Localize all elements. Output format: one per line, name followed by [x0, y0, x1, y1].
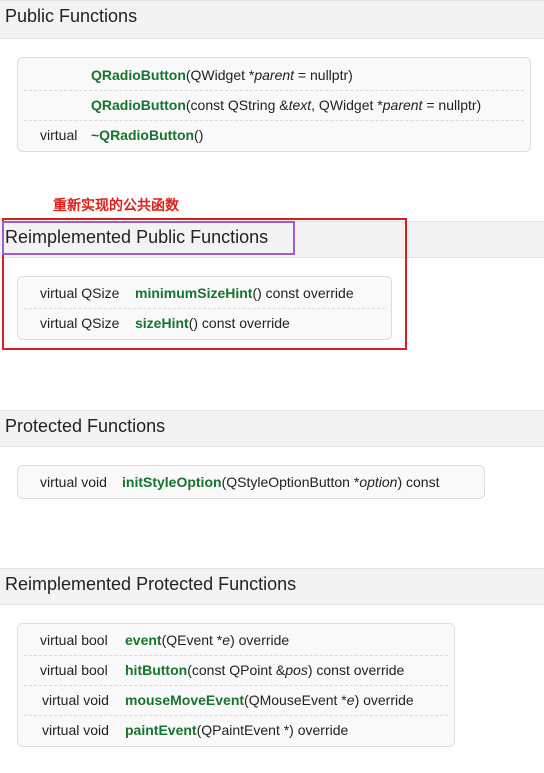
function-link[interactable]: mouseMoveEvent [125, 692, 244, 708]
param-name: e [346, 692, 355, 708]
function-link[interactable]: initStyleOption [122, 474, 222, 490]
param-name: option [359, 474, 398, 490]
section-title: Reimplemented Protected Functions [5, 574, 297, 594]
purple-highlight-box [2, 221, 295, 255]
function-link[interactable]: ~QRadioButton [91, 127, 194, 143]
params-text: (QPaintEvent *) override [196, 722, 349, 738]
function-signature: QRadioButton(const QString &text, QWidge… [91, 91, 481, 120]
params-text: (QMouseEvent * [244, 692, 347, 708]
param-name: parent [254, 67, 295, 83]
public-functions-table: QRadioButton(QWidget *parent = nullptr) … [17, 57, 531, 152]
section-title: Public Functions [5, 6, 138, 26]
params-text: (QEvent * [161, 632, 223, 648]
return-type: virtual bool [40, 632, 108, 648]
params-text: (QStyleOptionButton * [221, 474, 360, 490]
table-row: virtual ~QRadioButton() [24, 121, 524, 150]
params-text: ) override [230, 632, 290, 648]
table-row: QRadioButton(const QString &text, QWidge… [24, 91, 524, 121]
section-title: Protected Functions [5, 416, 166, 436]
section-header-reimplemented-protected-functions: Reimplemented Protected Functions [0, 568, 544, 605]
function-signature: ~QRadioButton() [91, 121, 203, 150]
function-signature: hitButton(const QPoint &pos) const overr… [125, 656, 404, 685]
chinese-annotation: 重新实现的公共函数 [53, 198, 179, 214]
function-signature: initStyleOption(QStyleOptionButton *opti… [122, 468, 439, 497]
function-signature: QRadioButton(QWidget *parent = nullptr) [91, 61, 353, 90]
function-signature: mouseMoveEvent(QMouseEvent *e) override [125, 686, 414, 715]
protected-functions-table: virtual void initStyleOption(QStyleOptio… [17, 465, 485, 499]
params-text: ) override [354, 692, 414, 708]
table-row: QRadioButton(QWidget *parent = nullptr) [24, 61, 524, 91]
function-link[interactable]: paintEvent [125, 722, 197, 738]
return-type: virtual void [42, 692, 109, 708]
return-type: virtual [40, 127, 78, 143]
params-text: ) const override [307, 662, 405, 678]
reimplemented-protected-table: virtual bool event(QEvent *e) override v… [17, 623, 455, 747]
return-type: virtual void [40, 474, 107, 490]
params-text: (const QString & [185, 97, 289, 113]
function-link[interactable]: hitButton [125, 662, 187, 678]
function-signature: paintEvent(QPaintEvent *) override [125, 716, 348, 745]
return-type: virtual bool [40, 662, 108, 678]
param-name: e [222, 632, 231, 648]
table-row: virtual bool event(QEvent *e) override [24, 626, 448, 656]
section-header-public-functions: Public Functions [0, 0, 544, 39]
params-text: = nullptr) [294, 67, 353, 83]
function-link[interactable]: event [125, 632, 162, 648]
function-link[interactable]: QRadioButton [91, 67, 186, 83]
params-text: , QWidget * [311, 97, 383, 113]
params-text: (QWidget * [185, 67, 255, 83]
params-text: ) const [397, 474, 440, 490]
function-link[interactable]: QRadioButton [91, 97, 186, 113]
params-text: = nullptr) [422, 97, 482, 113]
param-name: text [288, 97, 312, 113]
params-text: (const QPoint & [187, 662, 286, 678]
table-row: virtual void paintEvent(QPaintEvent *) o… [24, 716, 448, 745]
function-signature: event(QEvent *e) override [125, 626, 289, 655]
table-row: virtual bool hitButton(const QPoint &pos… [24, 656, 448, 686]
table-row: virtual void mouseMoveEvent(QMouseEvent … [24, 686, 448, 716]
params-text: () [194, 127, 204, 143]
return-type: virtual void [42, 722, 109, 738]
table-row: virtual void initStyleOption(QStyleOptio… [24, 468, 478, 497]
param-name: parent [382, 97, 423, 113]
param-name: pos [285, 662, 308, 678]
section-header-protected-functions: Protected Functions [0, 410, 544, 447]
